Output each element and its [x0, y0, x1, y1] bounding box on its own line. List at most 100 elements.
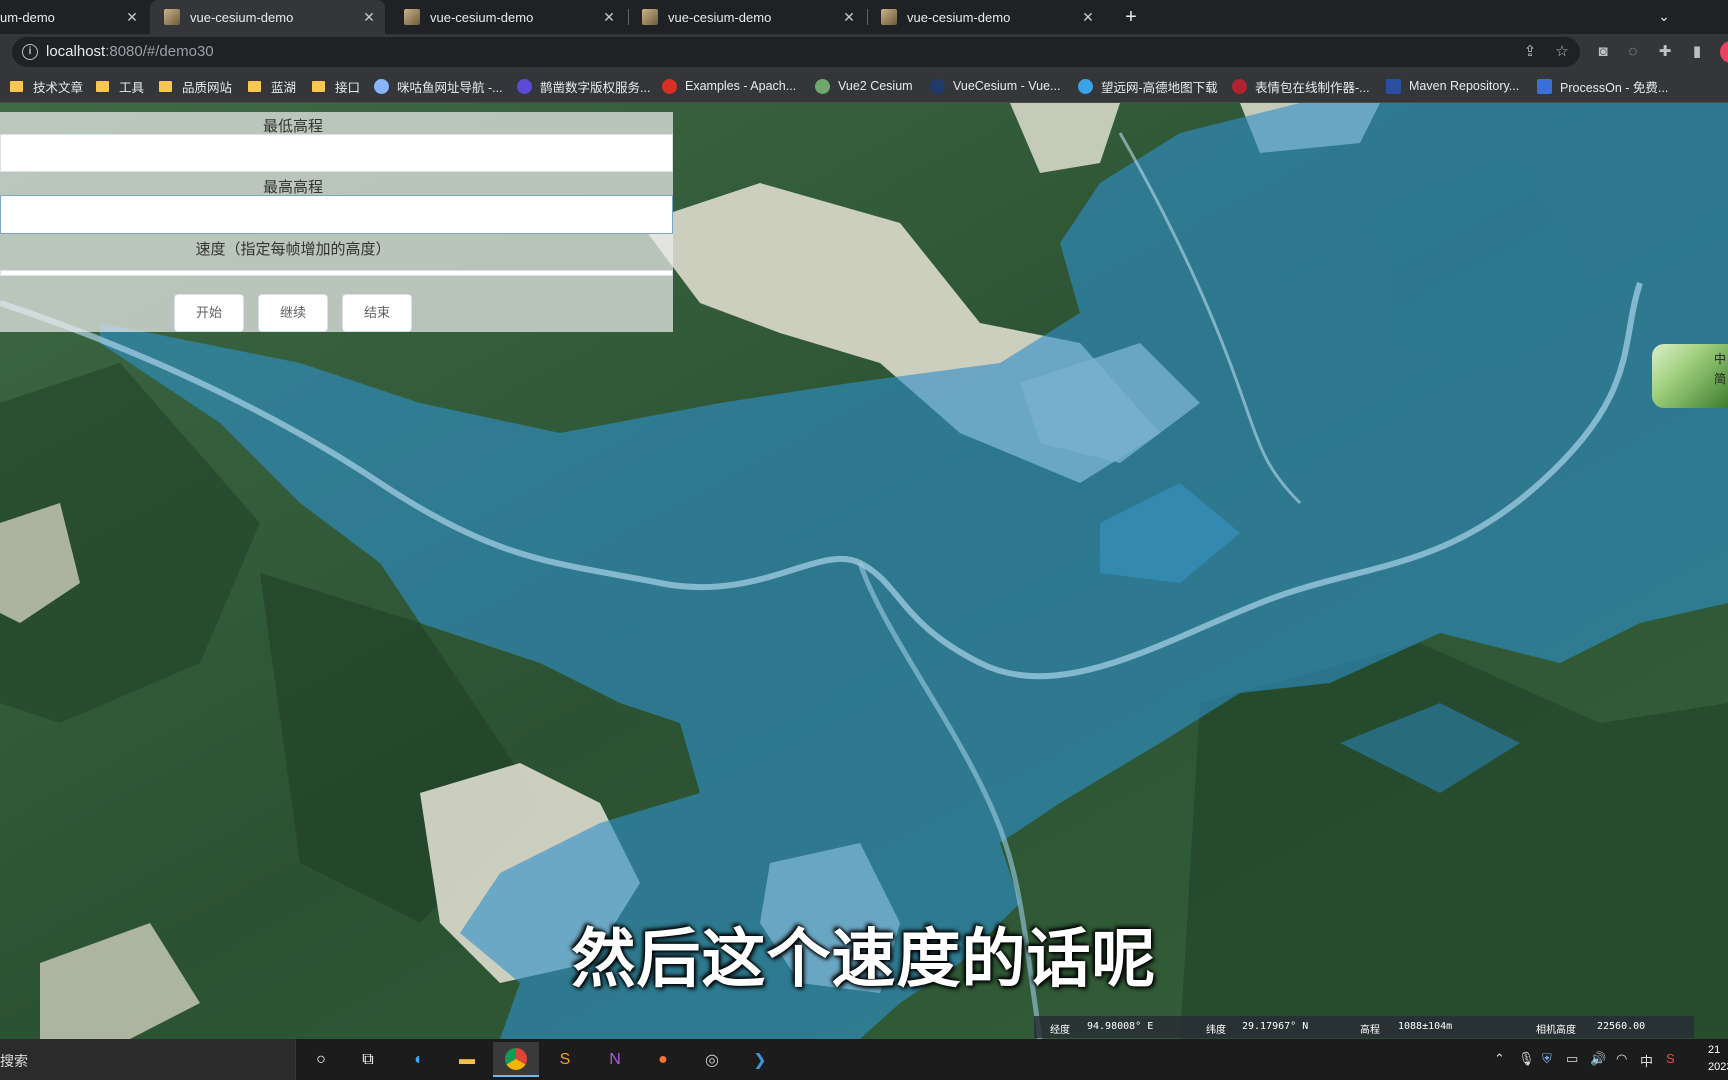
windows-taskbar: 搜索 ○ ⧉ ◐ ▬ S N ● ◎ ❯ ⌃ 🎙 ⛨ ▭ 🔊 ◠ 中 S 21 … [0, 1039, 1728, 1080]
sogou-icon[interactable]: S [1666, 1051, 1675, 1066]
bookmark-folder[interactable]: 接口 [312, 76, 360, 96]
puzzle-icon[interactable]: ✚ [1654, 41, 1676, 63]
tab-title: um-demo [0, 9, 55, 25]
task-view-icon[interactable]: ⧉ [353, 1045, 383, 1075]
edge-icon[interactable]: ◐ [404, 1045, 434, 1075]
tab-title: vue-cesium-demo [190, 9, 294, 25]
camera-height-value: 22560.00 [1597, 1021, 1646, 1032]
chevron-down-icon[interactable]: ⌄ [1652, 4, 1676, 28]
flood-analysis-panel: 最低高程 最高高程 速度（指定每帧增加的高度） [0, 112, 673, 332]
vue-cesium-favicon-icon [404, 9, 420, 25]
widget-line-1: 中 [1713, 352, 1726, 366]
taskbar-search[interactable]: 搜索 [0, 1039, 296, 1080]
chevron-up-icon[interactable]: ⌃ [1494, 1051, 1505, 1067]
clock-date: 2023 [1708, 1061, 1728, 1073]
speed-input[interactable] [0, 270, 673, 276]
bookmark-folder[interactable]: 技术文章 [10, 76, 83, 96]
folder-icon [96, 80, 109, 92]
folder-icon [10, 80, 23, 92]
info-icon[interactable]: i [22, 44, 38, 60]
site-icon [1232, 78, 1247, 94]
firefox-icon[interactable]: ● [648, 1045, 678, 1075]
bookmark-folder[interactable]: 蓝湖 [248, 76, 296, 96]
min-elevation-input[interactable] [0, 134, 673, 172]
browser-toolbar: i localhost:8080/#/demo30 ⇪ ☆ [0, 34, 1728, 70]
site-icon [662, 78, 677, 94]
file-explorer-icon[interactable]: ▬ [452, 1045, 482, 1075]
cortana-icon[interactable]: ○ [306, 1045, 336, 1075]
volume-icon[interactable]: 🔊 [1590, 1051, 1606, 1067]
bookmarks-bar: 技术文章 工具 品质网站 蓝湖 接口 咪咕鱼网址导航 -... 鹊凿数字版权服务… [0, 70, 1728, 103]
bookmark-site[interactable]: Vue2 Cesium [815, 76, 913, 96]
cesium-status-bar: 经度 94.98008° E 纬度 29.17967° N 高程 1088±10… [1034, 1016, 1694, 1038]
bookmark-site[interactable]: 望远网-高德地图下载 [1078, 76, 1218, 96]
site-icon [930, 78, 945, 94]
lat-label: 纬度 [1206, 1025, 1226, 1036]
continue-button[interactable]: 继续 [258, 294, 328, 332]
close-icon[interactable]: ✕ [124, 9, 140, 25]
bookmark-site[interactable]: 咪咕鱼网址导航 -... [374, 76, 503, 96]
tab-title: vue-cesium-demo [430, 9, 534, 25]
close-icon[interactable]: ✕ [361, 9, 377, 25]
max-elevation-label: 最高高程 [262, 179, 323, 196]
site-icon [1386, 78, 1401, 94]
lon-value: 94.98008° E [1087, 1021, 1154, 1032]
close-icon[interactable]: ✕ [601, 9, 617, 25]
video-subtitle: 然后这个速度的话呢 [571, 923, 1157, 997]
site-icon [1537, 78, 1552, 94]
bookmark-folder[interactable]: 工具 [96, 76, 144, 96]
star-icon[interactable]: ☆ [1552, 42, 1572, 62]
bookmark-site[interactable]: Examples - Apach... [662, 76, 796, 96]
elevation-label: 高程 [1360, 1025, 1380, 1036]
globe-icon [374, 78, 389, 94]
start-button[interactable]: 开始 [174, 294, 244, 332]
bookmark-site[interactable]: ProcessOn - 免费... [1537, 76, 1668, 96]
max-elevation-input[interactable] [0, 195, 673, 234]
ime-widget[interactable]: 中 简 [1652, 344, 1728, 408]
site-icon [1078, 78, 1093, 94]
tab-3[interactable]: vue-cesium-demo ✕ [390, 0, 625, 34]
tab-separator [867, 9, 868, 25]
microphone-icon[interactable]: 🎙 [1518, 1051, 1535, 1067]
lon-label: 经度 [1050, 1025, 1070, 1036]
tab-2[interactable]: vue-cesium-demo ✕ [150, 0, 385, 34]
bookmark-site[interactable]: 鹊凿数字版权服务... [517, 76, 650, 96]
bookmark-site[interactable]: VueCesium - Vue... [930, 76, 1060, 96]
bookmark-site[interactable]: Maven Repository... [1386, 76, 1519, 96]
vue-cesium-favicon-icon [881, 9, 897, 25]
battery-icon[interactable]: ▭ [1566, 1051, 1578, 1067]
min-elevation-label: 最低高程 [262, 118, 323, 135]
share-icon[interactable]: ⇪ [1520, 42, 1540, 62]
folder-icon [159, 80, 172, 92]
tab-1[interactable]: um-demo ✕ [0, 0, 148, 34]
speed-label: 速度（指定每帧增加的高度） [195, 241, 391, 258]
bookmark-folder[interactable]: 品质网站 [159, 76, 232, 96]
ime-indicator[interactable]: 中 [1640, 1051, 1653, 1070]
lat-value: 29.17967° N [1242, 1021, 1309, 1032]
tab-title: vue-cesium-demo [668, 9, 772, 25]
bookmark-site[interactable]: 表情包在线制作器-... [1232, 76, 1370, 96]
new-tab-icon[interactable]: + [1118, 4, 1144, 30]
tab-5[interactable]: vue-cesium-demo ✕ [869, 0, 1104, 34]
end-button[interactable]: 结束 [342, 294, 412, 332]
tab-title: vue-cesium-demo [907, 9, 1011, 25]
wifi-icon[interactable]: ◠ [1616, 1051, 1627, 1067]
elevation-value: 1088±104m [1398, 1021, 1453, 1032]
chrome-icon[interactable] [493, 1042, 539, 1077]
url-text[interactable]: localhost:8080/#/demo30 [46, 43, 214, 60]
cast-icon[interactable]: ◌ [1622, 41, 1644, 63]
extension-game-icon[interactable]: ◙ [1592, 41, 1614, 63]
system-clock[interactable]: 21 2023 [1708, 1042, 1728, 1076]
folder-icon [312, 80, 325, 92]
vscode-icon[interactable]: ❯ [745, 1045, 775, 1075]
address-bar[interactable]: i localhost:8080/#/demo30 ⇪ ☆ [12, 37, 1580, 67]
tab-4[interactable]: vue-cesium-demo ✕ [630, 0, 865, 34]
close-icon[interactable]: ✕ [841, 9, 857, 25]
sublime-icon[interactable]: S [550, 1045, 580, 1075]
site-icon [815, 78, 830, 94]
sidebar-icon[interactable]: ▮ [1686, 41, 1708, 63]
app-icon[interactable]: ◎ [697, 1045, 727, 1075]
shield-icon[interactable]: ⛨ [1542, 1051, 1552, 1067]
close-icon[interactable]: ✕ [1080, 9, 1096, 25]
onenote-icon[interactable]: N [600, 1045, 630, 1075]
